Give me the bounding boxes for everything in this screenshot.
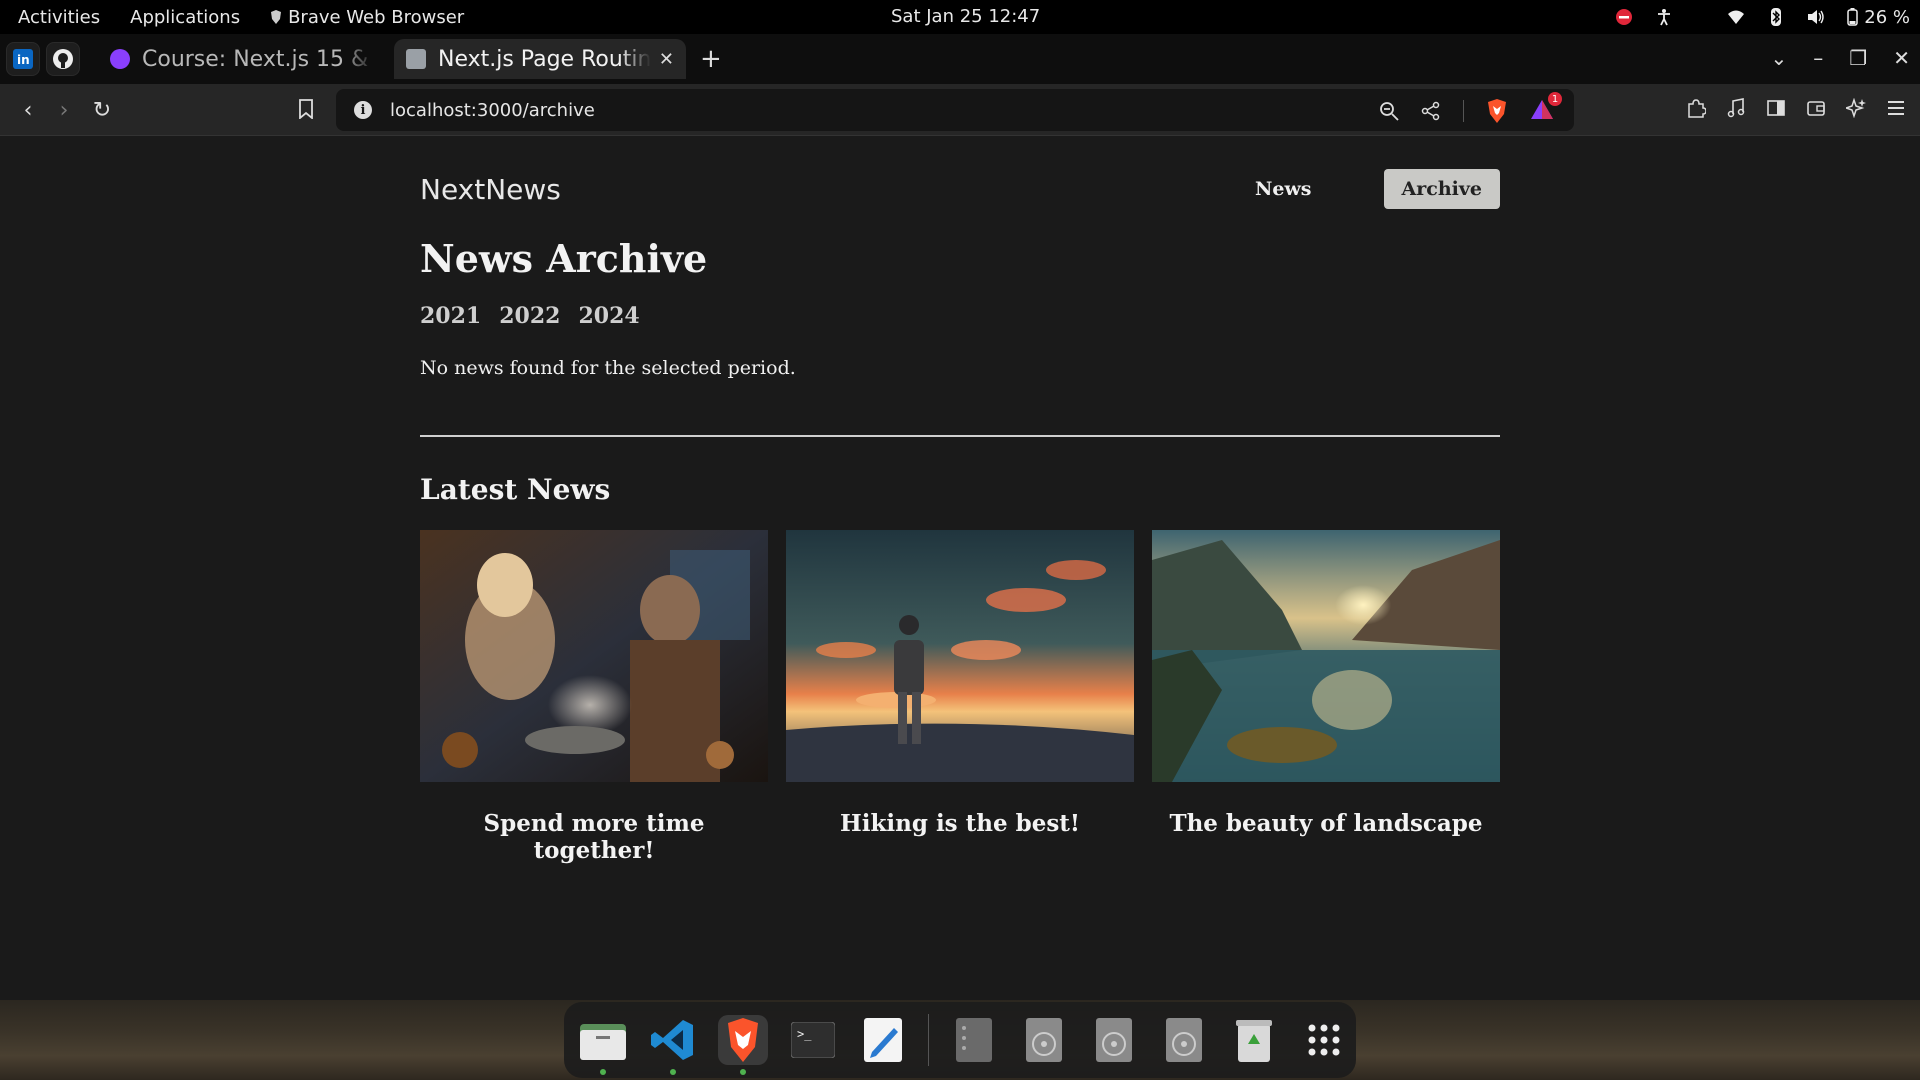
close-window-icon[interactable]: ✕ <box>1893 46 1910 70</box>
disc-icon[interactable] <box>1159 1015 1209 1065</box>
browser-tab-strip: in Course: Next.js 15 & R Next.js Page R… <box>0 34 1920 84</box>
brave-small-icon <box>271 10 282 24</box>
bluetooth-icon[interactable] <box>1767 8 1785 26</box>
news-card[interactable]: The beauty of landscape <box>1152 530 1500 864</box>
udemy-favicon-icon <box>110 49 130 69</box>
do-not-disturb-icon[interactable] <box>1615 8 1633 26</box>
mountain-lake-image[interactable] <box>1152 530 1500 782</box>
site-logo[interactable]: NextNews <box>420 173 561 206</box>
year-link-2022[interactable]: 2022 <box>499 303 560 329</box>
year-link-2024[interactable]: 2024 <box>578 303 639 329</box>
terminal-icon[interactable]: >_ <box>788 1015 838 1065</box>
battery-icon <box>1847 8 1859 26</box>
sidebar-icon[interactable] <box>1766 98 1786 118</box>
disc-icon[interactable] <box>1019 1015 1069 1065</box>
pinned-tab-linkedin[interactable]: in <box>6 42 40 76</box>
url-text[interactable]: localhost:3000/archive <box>390 100 595 121</box>
tab-nextjs-page-routing[interactable]: Next.js Page Routing ✕ <box>394 39 686 79</box>
forward-icon[interactable]: › <box>50 96 78 124</box>
news-card[interactable]: Hiking is the best! <box>786 530 1134 864</box>
nav-link-news[interactable]: News <box>1237 169 1330 209</box>
news-card-list: Spend more time together! Hiking is the … <box>420 530 1500 864</box>
page-title: News Archive <box>420 236 708 281</box>
bookmark-icon[interactable] <box>298 99 314 119</box>
extensions-icon[interactable] <box>1686 98 1706 118</box>
zoom-icon[interactable] <box>1379 101 1399 121</box>
brave-shields-icon[interactable] <box>1486 99 1508 123</box>
files-icon[interactable] <box>578 1015 628 1075</box>
site-nav: News Archive <box>1237 169 1500 209</box>
svg-text:in: in <box>17 53 30 67</box>
news-card-title[interactable]: Hiking is the best! <box>786 810 1134 837</box>
wifi-icon[interactable] <box>1727 8 1745 26</box>
clock[interactable]: Sat Jan 25 12:47 <box>891 6 1040 27</box>
tab-title: Next.js Page Routing <box>438 46 651 72</box>
web-page: NextNews News Archive News Archive 2021 … <box>0 136 1920 1000</box>
vscode-icon[interactable] <box>648 1015 698 1075</box>
accessibility-icon[interactable] <box>1655 8 1673 26</box>
battery-indicator[interactable]: 26 % <box>1847 7 1910 28</box>
close-tab-icon[interactable]: ✕ <box>659 49 674 70</box>
site-info-icon[interactable]: i <box>354 101 372 119</box>
page-container: NextNews News Archive News Archive 2021 … <box>420 136 1500 864</box>
tab-search-icon[interactable]: ⌄ <box>1771 46 1788 70</box>
new-tab-button[interactable]: + <box>700 44 722 74</box>
linkedin-icon: in <box>13 49 33 69</box>
menu-icon[interactable] <box>1886 98 1906 118</box>
nav-link-archive[interactable]: Archive <box>1383 169 1500 209</box>
browser-toolbar: ‹ › ↻ i localhost:3000/archive 1 <box>0 84 1920 136</box>
news-card[interactable]: Spend more time together! <box>420 530 768 864</box>
empty-message: No news found for the selected period. <box>420 357 796 379</box>
address-bar[interactable]: i localhost:3000/archive 1 <box>336 89 1574 131</box>
latest-news-heading: Latest News <box>420 473 611 506</box>
tab-course[interactable]: Course: Next.js 15 & R <box>98 39 388 79</box>
volume-icon[interactable] <box>1807 8 1825 26</box>
share-icon[interactable] <box>1421 101 1441 121</box>
brave-icon[interactable] <box>718 1015 768 1075</box>
battery-percent: 26 % <box>1864 6 1910 28</box>
reload-icon[interactable]: ↻ <box>88 96 116 124</box>
github-icon <box>53 49 73 69</box>
brave-rewards-button[interactable]: 1 <box>1530 92 1562 124</box>
dock-separator <box>928 1014 929 1066</box>
site-header: NextNews News Archive <box>420 136 1500 242</box>
active-app-menu[interactable]: Brave Web Browser <box>270 7 464 28</box>
pinned-tab-github[interactable] <box>46 42 80 76</box>
music-icon[interactable] <box>1726 98 1746 118</box>
active-app-label: Brave Web Browser <box>288 6 465 28</box>
hiker-sunset-image[interactable] <box>786 530 1134 782</box>
system-top-bar: Activities Applications Brave Web Browse… <box>0 0 1920 34</box>
restore-icon[interactable]: ❐ <box>1849 46 1867 70</box>
section-divider <box>420 435 1500 437</box>
page-favicon-icon <box>406 49 426 69</box>
leo-ai-icon[interactable] <box>1846 98 1866 118</box>
news-card-title[interactable]: Spend more time together! <box>420 810 768 864</box>
disk-utility-icon[interactable] <box>949 1015 999 1065</box>
tab-title: Course: Next.js 15 & R <box>142 46 376 72</box>
back-icon[interactable]: ‹ <box>14 96 42 124</box>
app-grid-icon[interactable] <box>1299 1015 1349 1065</box>
couple-cooking-image[interactable] <box>420 530 768 782</box>
minimize-icon[interactable]: – <box>1813 46 1823 70</box>
trash-icon[interactable] <box>1229 1015 1279 1065</box>
rewards-badge: 1 <box>1548 92 1562 106</box>
text-editor-icon[interactable] <box>858 1015 908 1065</box>
svg-text:>_: >_ <box>797 1027 812 1041</box>
dock: >_ <box>564 1002 1356 1078</box>
applications-menu[interactable]: Applications <box>130 7 240 28</box>
year-filter: 2021 2022 2024 <box>420 303 1500 329</box>
disc-icon[interactable] <box>1089 1015 1139 1065</box>
wallet-icon[interactable] <box>1806 98 1826 118</box>
activities-button[interactable]: Activities <box>18 7 100 28</box>
news-card-title[interactable]: The beauty of landscape <box>1152 810 1500 837</box>
year-link-2021[interactable]: 2021 <box>420 303 481 329</box>
